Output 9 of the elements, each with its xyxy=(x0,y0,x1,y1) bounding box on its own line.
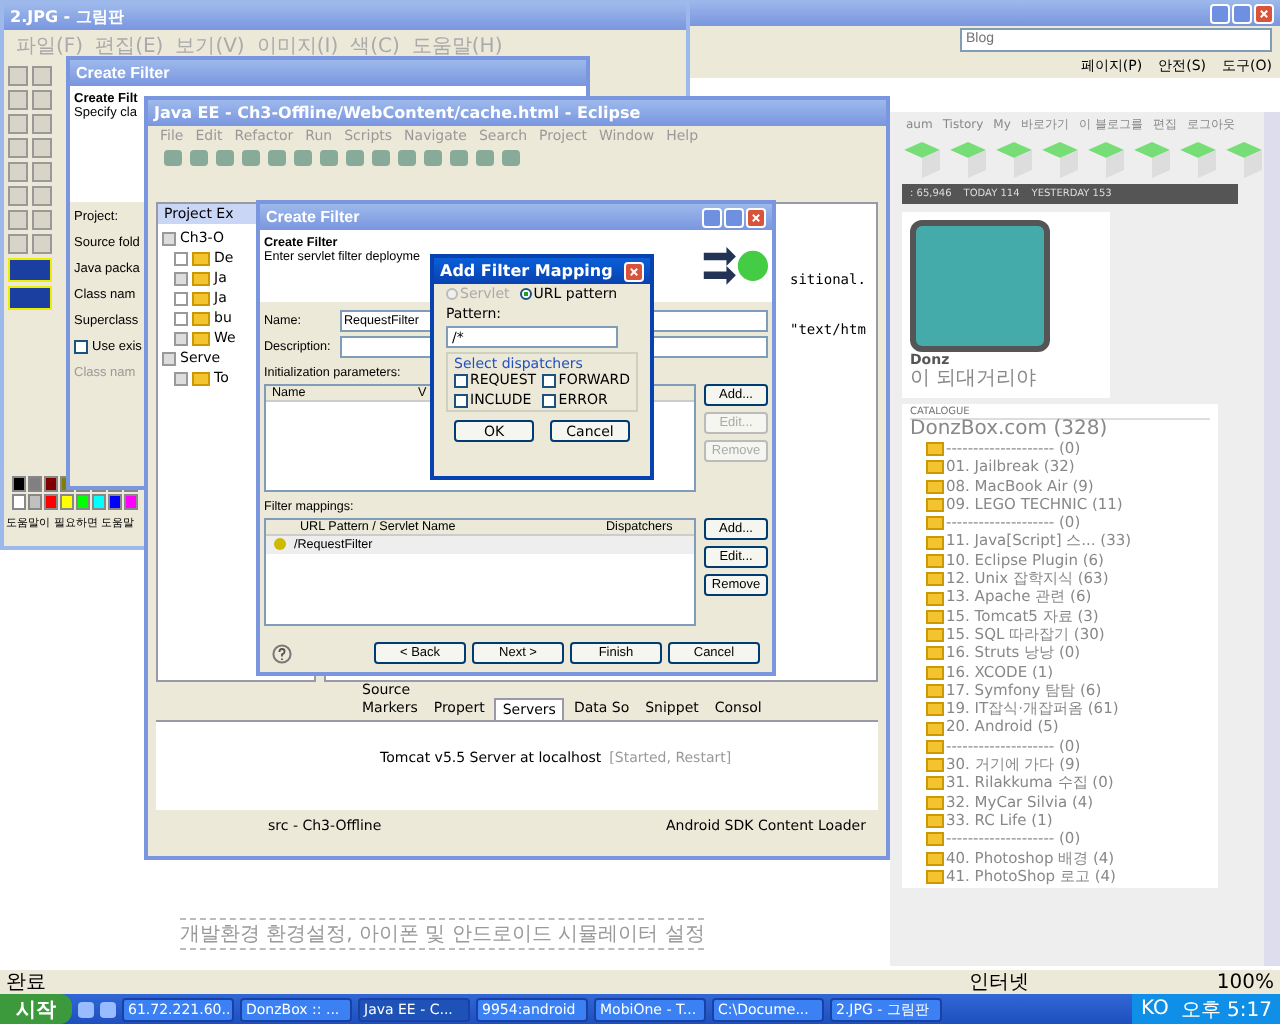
profile-tagline: 이 되대거리야 xyxy=(910,368,1039,390)
article-heading: 개발환경 환경설정, 아이폰 및 안드로이드 시뮬레이터 설정 xyxy=(180,918,705,950)
window-title: Add Filter Mapping xyxy=(440,262,613,280)
clock: 오후 5:17 xyxy=(1180,997,1272,1023)
window-title: Java EE - Ch3-Offline/WebContent/cache.html - Eclipse xyxy=(154,104,641,122)
window-title: Create Filter xyxy=(76,64,170,82)
status-text: 완료 xyxy=(6,970,46,994)
window-title: 2.JPG - 그림판 xyxy=(10,6,124,28)
zone-text: 인터넷 xyxy=(968,970,1029,994)
